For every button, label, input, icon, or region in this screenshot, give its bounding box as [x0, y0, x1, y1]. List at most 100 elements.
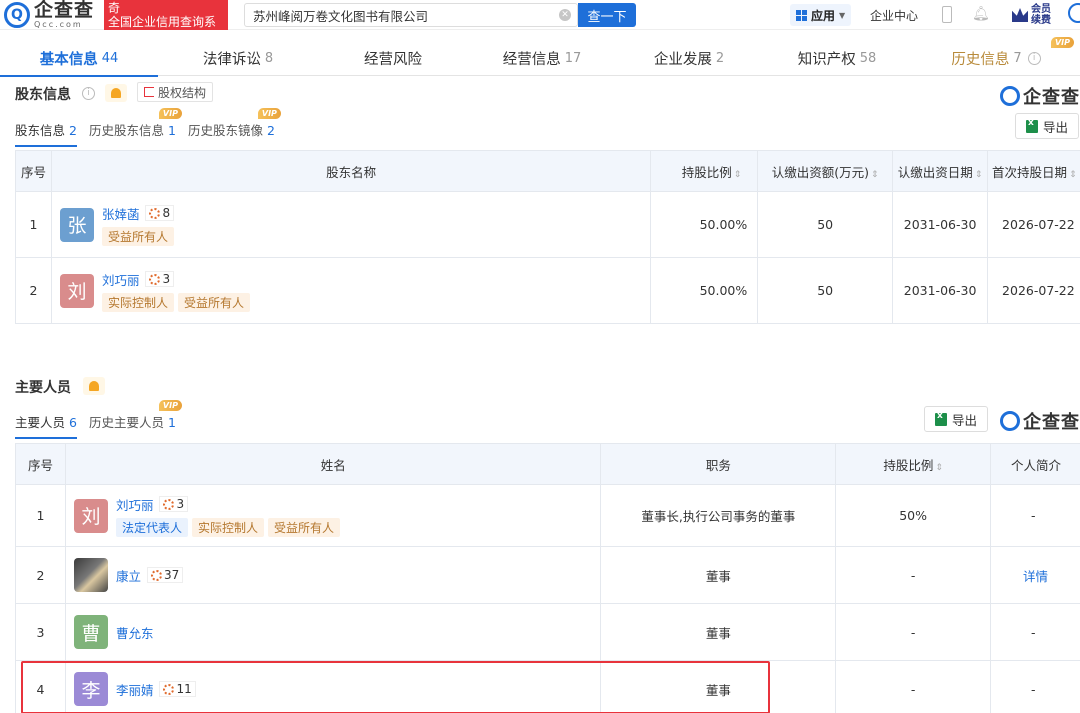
- tag-beneficial-owner[interactable]: 受益所有人: [101, 226, 174, 246]
- bio-value: -: [990, 484, 1080, 547]
- tag-actual-controller[interactable]: 实际控制人: [101, 292, 174, 312]
- ratio-value: 50.00%: [650, 257, 759, 324]
- col-index: 序号: [15, 443, 66, 485]
- position-value: 董事: [600, 660, 837, 713]
- subtab-history-shareholders[interactable]: 历史股东信息 1 VIP: [89, 108, 182, 147]
- monitor-bell-icon[interactable]: [83, 377, 105, 395]
- person-name[interactable]: 康立: [116, 566, 141, 585]
- col-ratio[interactable]: 持股比例 ⇕: [650, 150, 759, 192]
- col-first-date[interactable]: 首次持股日期 ⇕: [987, 150, 1080, 192]
- relation-count[interactable]: 3: [159, 496, 189, 512]
- sort-icon[interactable]: ⇕: [1069, 170, 1077, 180]
- tag-beneficial-owner[interactable]: 受益所有人: [267, 517, 340, 537]
- subtab-history-personnel[interactable]: 历史主要人员 1 VIP: [89, 400, 182, 439]
- col-date-label: 认缴出资日期: [897, 164, 973, 180]
- bio-link[interactable]: 详情: [990, 546, 1080, 604]
- app-menu-button[interactable]: 应用 ▼: [790, 4, 852, 26]
- relation-count[interactable]: 8: [145, 205, 175, 221]
- monitor-bell-icon[interactable]: [105, 84, 127, 102]
- qcc-logo[interactable]: Q 企查查 Qcc.com: [0, 0, 94, 30]
- subtab-count: 2: [266, 123, 275, 138]
- tab-operation[interactable]: 经营信息 17: [468, 40, 616, 76]
- app-label: 应用: [811, 8, 836, 23]
- ratio-value: -: [835, 660, 992, 713]
- sort-icon[interactable]: ⇕: [871, 170, 879, 180]
- ratio-value: 50%: [835, 484, 992, 547]
- sort-icon[interactable]: ⇕: [734, 170, 742, 180]
- info-icon[interactable]: i: [82, 87, 95, 100]
- avatar[interactable]: 张: [59, 207, 94, 242]
- col-ratio[interactable]: 持股比例 ⇕: [835, 443, 992, 485]
- tab-label: 知识产权: [797, 51, 856, 68]
- shareholder-name[interactable]: 刘巧丽: [102, 270, 140, 289]
- ratio-value: 50.00%: [650, 191, 759, 258]
- search-icon[interactable]: [1068, 3, 1080, 23]
- person-name[interactable]: 曹允东: [116, 623, 154, 642]
- tab-history[interactable]: 历史信息 7 i VIP: [912, 37, 1080, 76]
- mobile-icon[interactable]: [942, 6, 952, 23]
- col-name: 姓名: [64, 443, 602, 485]
- search-input[interactable]: 苏州峰阅万卷文化图书有限公司 ✕: [244, 3, 578, 27]
- tab-development[interactable]: 企业发展 2: [616, 40, 762, 76]
- row-index: 1: [15, 191, 52, 258]
- ratio-value: -: [835, 603, 992, 661]
- col-date[interactable]: 认缴出资日期 ⇕: [892, 150, 989, 192]
- person-name[interactable]: 李丽婧: [116, 680, 154, 699]
- excel-icon: [935, 411, 947, 426]
- tab-legal[interactable]: 法律诉讼 8: [158, 40, 318, 76]
- avatar-photo[interactable]: [73, 558, 108, 592]
- tab-risk[interactable]: 经营风险: [318, 40, 468, 76]
- row-index: 3: [15, 603, 66, 661]
- bio-detail-link[interactable]: 详情: [1023, 569, 1048, 584]
- tag-beneficial-owner[interactable]: 受益所有人: [177, 292, 250, 312]
- vip-renew-button[interactable]: 会员 续费: [1012, 2, 1062, 28]
- avatar[interactable]: 刘: [59, 273, 94, 308]
- brand-mark-icon: [1000, 86, 1020, 106]
- relation-icon: [149, 207, 161, 219]
- relation-count[interactable]: 3: [145, 271, 175, 287]
- tab-ip[interactable]: 知识产权 58: [762, 40, 912, 76]
- tag-actual-controller[interactable]: 实际控制人: [191, 517, 264, 537]
- person-name[interactable]: 刘巧丽: [116, 495, 154, 514]
- relation-number: 37: [163, 568, 180, 582]
- avatar[interactable]: 曹: [73, 615, 108, 649]
- relation-number: 3: [162, 272, 171, 286]
- sort-icon[interactable]: ⇕: [935, 463, 943, 473]
- avatar[interactable]: 李: [73, 672, 108, 706]
- col-amount[interactable]: 认缴出资额(万元) ⇕: [757, 150, 894, 192]
- subtab-shareholders[interactable]: 股东信息 2: [15, 120, 77, 147]
- relation-count[interactable]: 37: [146, 567, 184, 583]
- tab-basic-info[interactable]: 基本信息 44: [0, 40, 158, 77]
- equity-structure-button[interactable]: 股权结构: [137, 82, 214, 102]
- export-label: 导出: [952, 412, 978, 428]
- export-button[interactable]: 导出: [924, 406, 989, 432]
- bio-value: -: [990, 603, 1080, 661]
- search-button[interactable]: 查一下: [578, 3, 636, 27]
- person-cell: 刘 刘巧丽 3 法定代表人 实际控制人 受益所有人: [64, 484, 602, 547]
- ribbon-line2: 全国企业信用查询系: [108, 15, 217, 29]
- relation-number: 8: [162, 206, 171, 220]
- amount-value: 50: [757, 257, 894, 324]
- shareholder-name[interactable]: 张婞菡: [102, 204, 140, 223]
- tab-label: 基本信息: [39, 51, 98, 68]
- row-index: 1: [15, 484, 66, 547]
- table-row: 2 刘 刘巧丽 3 实际控制人 受益所有人 50.00% 50 2031-06-…: [15, 257, 1080, 324]
- avatar[interactable]: 刘: [73, 498, 108, 533]
- col-name: 股东名称: [50, 150, 652, 192]
- qcc-brand: 企查查: [1000, 408, 1080, 434]
- clear-icon[interactable]: ✕: [559, 9, 571, 21]
- enterprise-center-link[interactable]: 企业中心: [870, 7, 918, 24]
- relation-number: 11: [176, 682, 192, 696]
- col-title: 职务: [600, 443, 837, 485]
- relation-count[interactable]: 11: [159, 681, 196, 697]
- subtab-shareholder-mirror[interactable]: 历史股东镜像 2 VIP: [188, 108, 281, 147]
- shareholder-subtabs: 股东信息 2 历史股东信息 1 VIP 历史股东镜像 2 VIP: [15, 108, 281, 147]
- amount-value: 50: [757, 191, 894, 258]
- subtab-personnel[interactable]: 主要人员 6: [15, 412, 77, 439]
- export-button[interactable]: 导出: [1015, 113, 1080, 139]
- sort-icon[interactable]: ⇕: [975, 170, 983, 180]
- logo-domain: Qcc.com: [34, 20, 83, 29]
- bell-icon[interactable]: 🔔︎: [972, 6, 990, 22]
- tag-legal-rep[interactable]: 法定代表人: [115, 517, 188, 537]
- tab-label: 经营风险: [364, 51, 422, 68]
